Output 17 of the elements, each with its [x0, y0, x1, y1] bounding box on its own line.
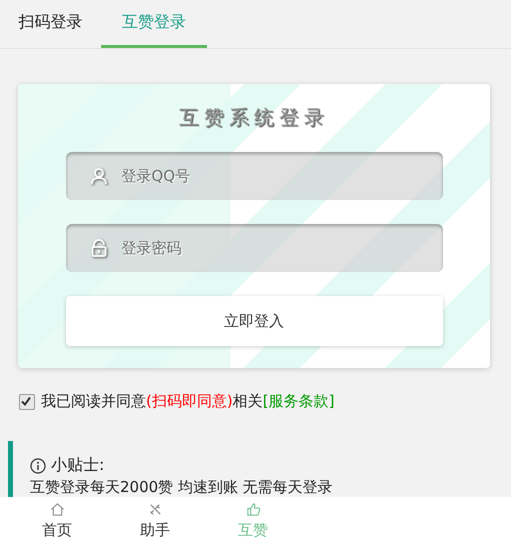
tip-text: 互赞登录每天2000赞 均速到账 无需每天登录: [30, 478, 334, 497]
nav-item[interactable]: 首页: [8, 497, 106, 550]
input-field[interactable]: 登录密码: [66, 224, 442, 272]
nav-item[interactable]: 助手: [106, 497, 204, 550]
tab[interactable]: 扫码登录: [0, 0, 101, 48]
input-field[interactable]: 登录QQ号: [66, 152, 442, 200]
tip-title: 小贴士:: [51, 455, 104, 476]
thumbs-up-icon: [246, 502, 260, 517]
tools-icon: [148, 502, 162, 517]
login-title: 互赞系统登录: [179, 104, 329, 131]
checkbox[interactable]: [19, 394, 35, 410]
login-button[interactable]: 立即登入: [66, 296, 442, 346]
user-icon: [90, 167, 108, 185]
info-icon: [30, 458, 46, 474]
home-icon: [50, 502, 64, 517]
lock-icon: [90, 239, 108, 257]
agreement-text: 我已阅读并同意(扫码即同意)相关[服务条款]: [41, 392, 334, 411]
